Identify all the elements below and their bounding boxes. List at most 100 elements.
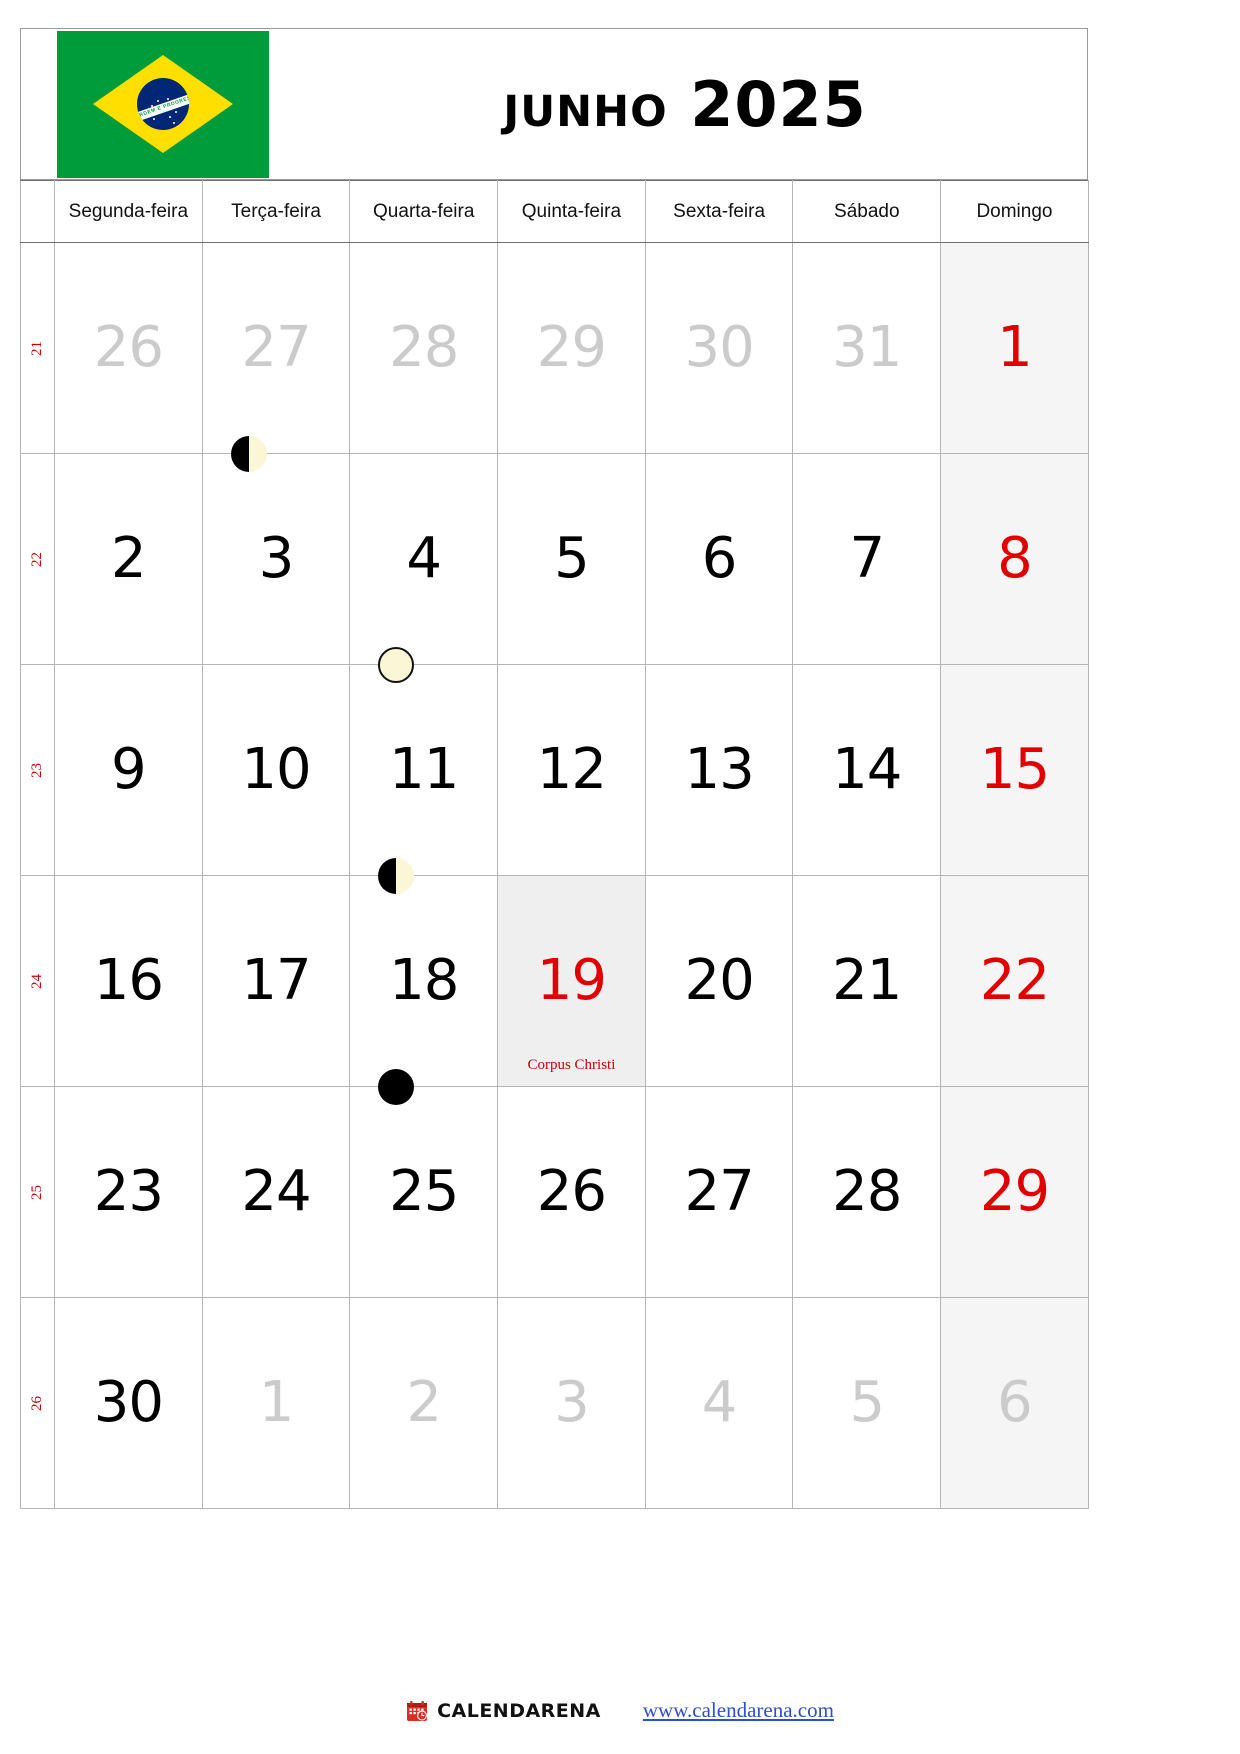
week-number: 25 [29,1185,45,1200]
day-cell[interactable]: 28 [349,242,499,454]
day-cell[interactable]: 20 [644,875,794,1087]
flag-motto-text: ORDEM E PROGRESSO [137,92,189,120]
full-moon-icon [378,647,415,683]
day-cell[interactable]: 23 [54,1086,203,1298]
calendar-icon [406,1700,428,1722]
day-cell[interactable]: 26 [54,242,203,454]
brand-name: CALENDARENA [437,1699,601,1722]
day-number: 11 [389,737,459,802]
calendar-week-row: 22 2 3 4 5 6 7 8 [20,436,1089,665]
day-number: 1 [258,1370,295,1435]
day-cell[interactable]: 28 [792,1086,942,1298]
day-cell[interactable]: 17 [201,875,351,1087]
day-number: 15 [979,737,1050,802]
day-cell[interactable]: 12 [497,664,646,876]
site-url-link[interactable]: www.calendarena.com [643,1698,834,1723]
day-cell[interactable]: 3 [201,436,351,665]
day-number: 25 [389,1159,459,1224]
week-number-cell: 22 [20,453,55,665]
week-number: 23 [29,763,45,778]
day-number: 17 [241,948,311,1013]
calendar-header: ORDEM E PROGRESSO Junho 2025 [20,28,1088,180]
day-number: 27 [241,315,311,380]
day-number: 12 [536,737,607,802]
day-cell[interactable]: 15 [940,664,1089,876]
day-number: 29 [536,315,607,380]
day-cell[interactable]: 27 [201,242,351,454]
day-number: 5 [554,526,590,591]
day-number: 28 [832,1159,902,1224]
week-number: 22 [29,552,45,567]
week-number-cell: 26 [20,1297,55,1509]
weekday-header-wednesday: Quarta-feira [349,180,499,243]
day-cell[interactable]: 31 [792,242,942,454]
week-number-cell: 25 [20,1086,55,1298]
day-cell[interactable]: 4 [349,453,499,665]
day-cell[interactable]: 14 [792,664,942,876]
day-number: 4 [406,526,442,591]
day-cell[interactable]: 25 [349,1069,499,1298]
day-number: 30 [93,1370,164,1435]
day-cell[interactable]: 26 [497,1086,646,1298]
last-quarter-moon-icon [230,436,267,472]
week-number-cell: 21 [20,242,55,454]
day-cell[interactable]: 10 [201,664,351,876]
day-cell[interactable]: 18 [349,858,499,1087]
day-number: 27 [684,1159,754,1224]
first-quarter-moon-icon [378,858,415,894]
day-number: 6 [997,1370,1033,1435]
holiday-label: Corpus Christi [527,1057,616,1073]
day-cell[interactable]: 6 [940,1297,1089,1509]
calendar-body: 21 26 27 28 29 30 31 1 22 2 3 4 5 6 7 8 23 9 10 11 12 13 14 15 2… [20,242,1089,1509]
day-cell[interactable]: 2 [349,1297,499,1509]
day-number: 29 [979,1159,1050,1224]
day-cell[interactable]: 9 [54,664,203,876]
day-cell[interactable]: 29 [497,242,646,454]
day-cell[interactable]: 4 [644,1297,794,1509]
day-cell[interactable]: 22 [940,875,1089,1087]
day-cell[interactable]: 1 [201,1297,351,1509]
day-cell[interactable]: 5 [497,453,646,665]
day-cell[interactable]: 8 [940,453,1089,665]
calendar-week-row: 24 16 17 18 19 Corpus Christi 20 21 22 [20,858,1089,1087]
day-cell[interactable]: 13 [644,664,794,876]
day-cell[interactable]: 6 [644,453,794,665]
day-cell[interactable]: 1 [940,242,1089,454]
brand: CALENDARENA [406,1700,601,1722]
day-number: 14 [832,737,902,802]
calendar-page: ORDEM E PROGRESSO Junho 2025 Segunda-fei… [0,0,1240,1754]
title-cell: Junho 2025 [283,29,1087,179]
page-footer: CALENDARENA www.calendarena.com [0,1698,1240,1723]
flag-motto-band: ORDEM E PROGRESSO [137,90,189,123]
day-cell[interactable]: 30 [54,1297,203,1509]
day-cell[interactable]: 30 [644,242,794,454]
day-cell[interactable]: 19 Corpus Christi [497,875,646,1087]
week-number: 21 [29,341,45,356]
day-number: 23 [93,1159,164,1224]
day-number: 30 [684,315,754,380]
day-number: 21 [832,948,902,1013]
day-number: 19 [536,948,607,1013]
day-cell[interactable]: 24 [201,1086,351,1298]
week-number: 26 [29,1396,45,1411]
calendar-week-row: 26 30 1 2 3 4 5 6 [20,1297,1089,1509]
new-moon-icon [378,1069,415,1105]
day-cell[interactable]: 2 [54,453,203,665]
day-number: 24 [241,1159,311,1224]
day-number: 20 [684,948,754,1013]
day-cell[interactable]: 11 [349,647,499,876]
day-cell[interactable]: 27 [644,1086,794,1298]
day-cell[interactable]: 16 [54,875,203,1087]
page-title: Junho 2025 [503,67,867,141]
day-number: 26 [536,1159,607,1224]
day-cell[interactable]: 3 [497,1297,646,1509]
day-cell[interactable]: 21 [792,875,942,1087]
weekday-header-tuesday: Terça-feira [201,180,351,243]
day-cell[interactable]: 29 [940,1086,1089,1298]
day-number: 9 [111,737,147,802]
day-number: 6 [701,526,738,591]
week-number-header [20,180,55,243]
day-cell[interactable]: 5 [792,1297,942,1509]
weekday-header-friday: Sexta-feira [644,180,794,243]
day-cell[interactable]: 7 [792,453,942,665]
